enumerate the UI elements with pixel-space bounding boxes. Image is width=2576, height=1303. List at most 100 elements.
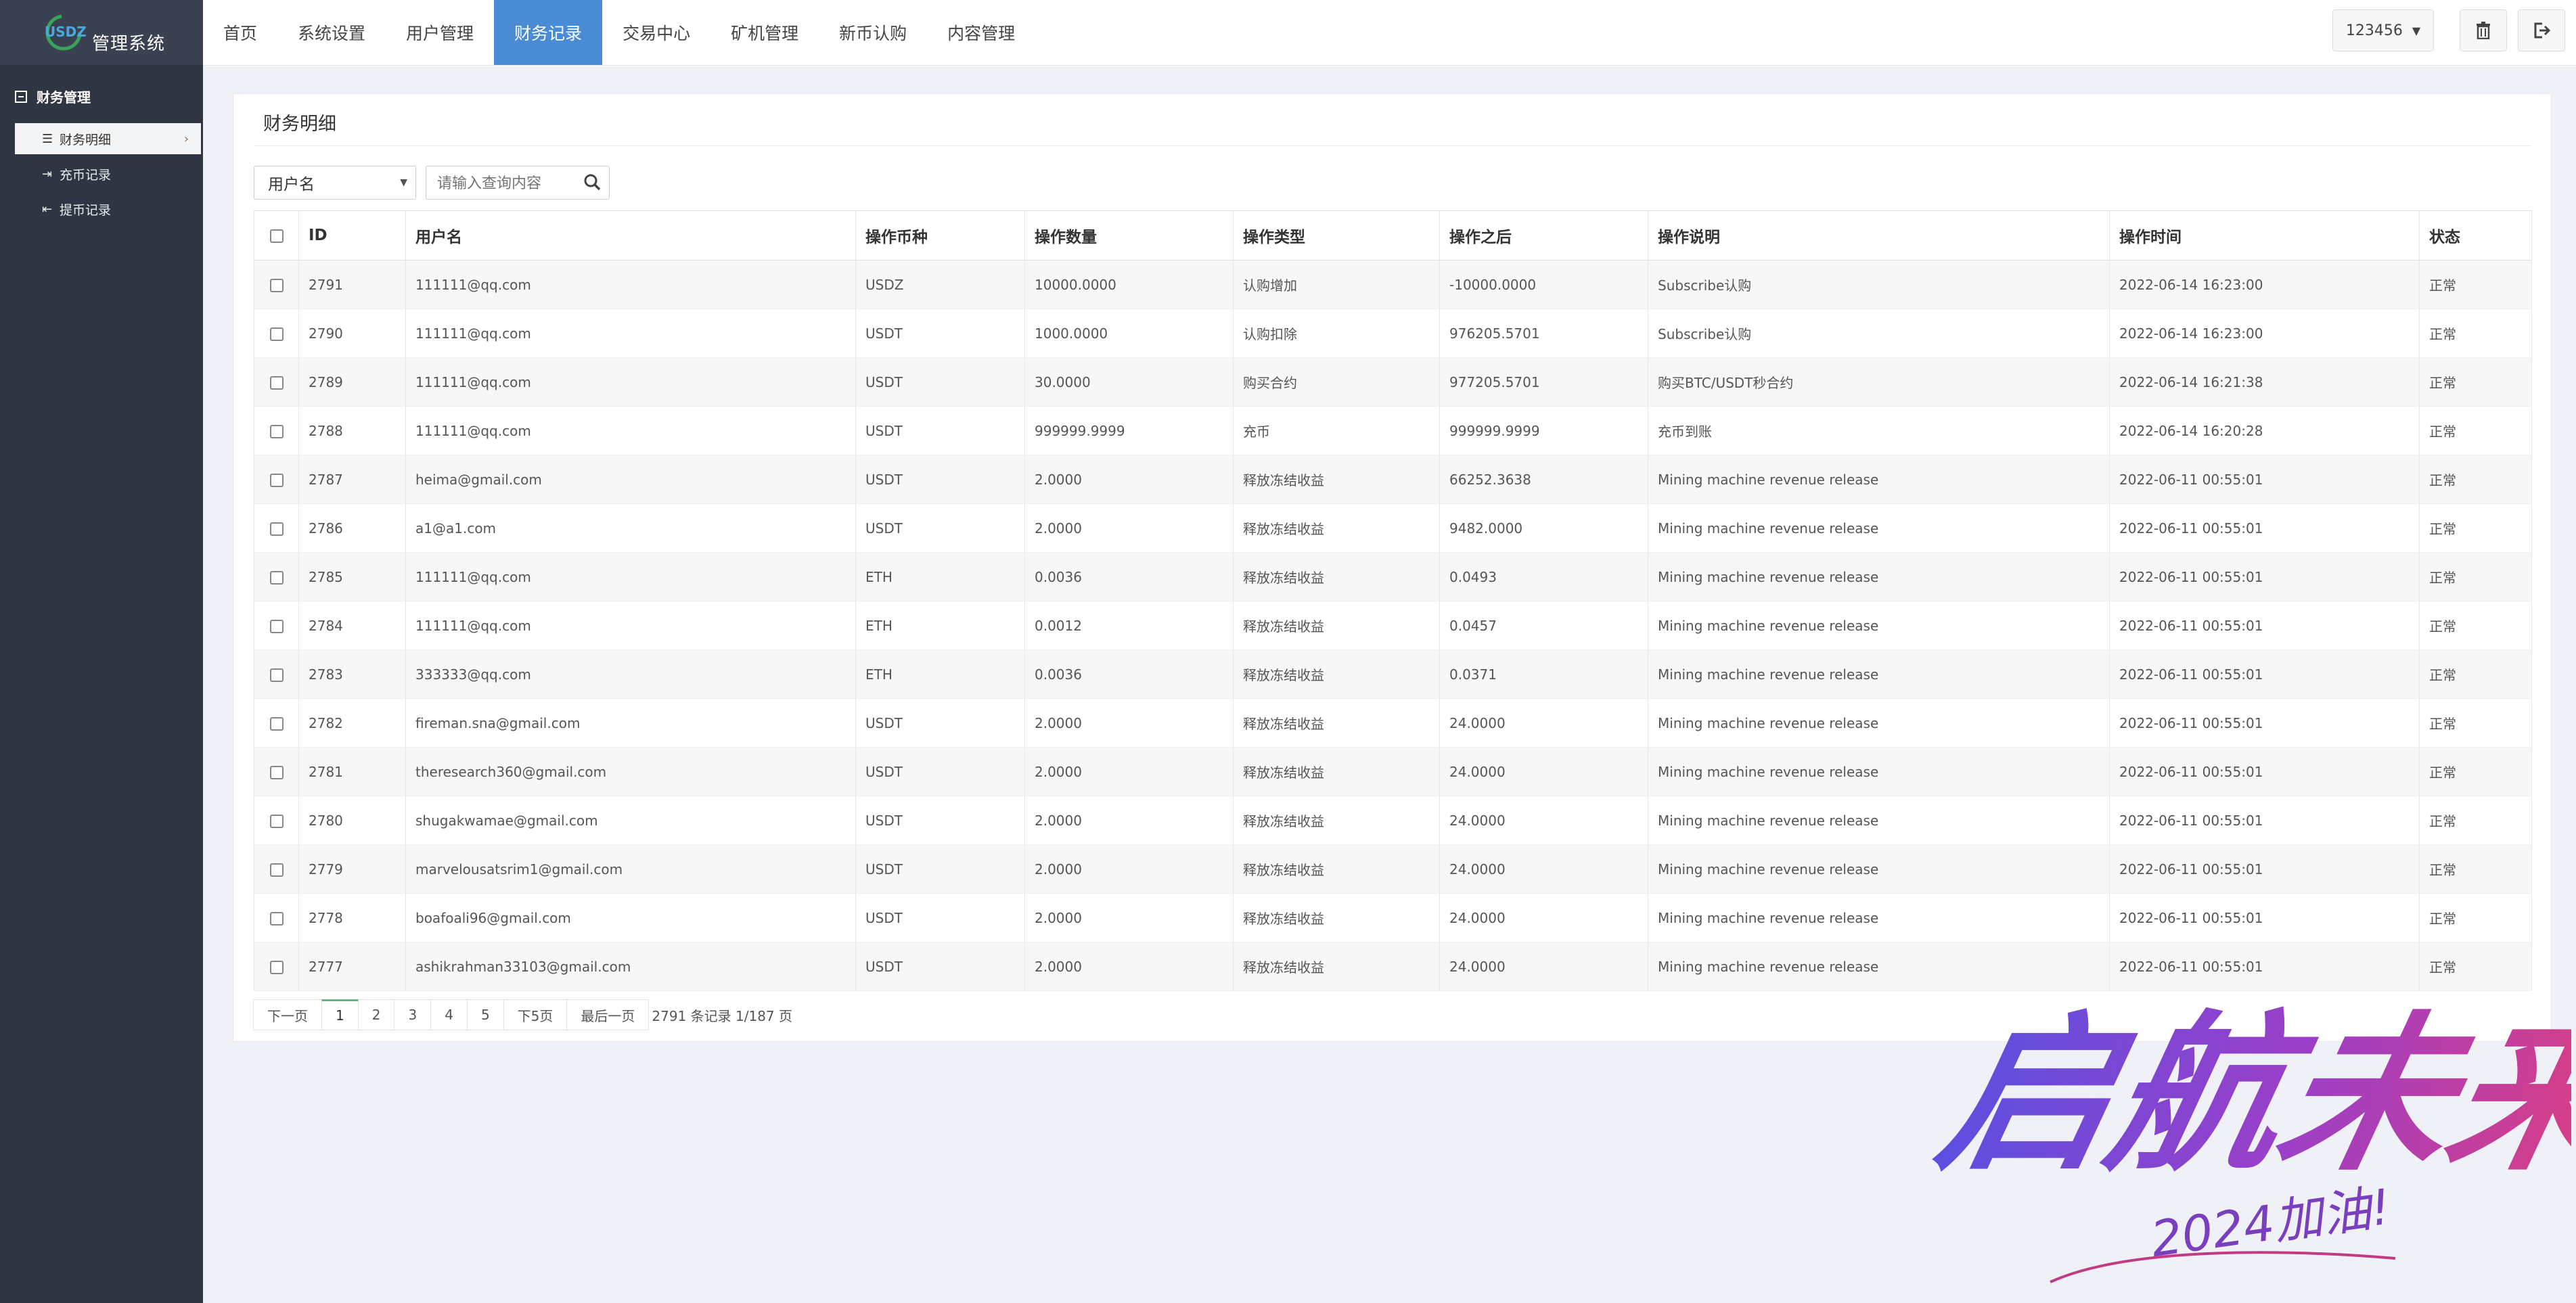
row-checkbox[interactable] <box>269 912 284 925</box>
nav-trading-center[interactable]: 交易中心 <box>602 0 710 65</box>
cell-status: 正常 <box>2419 357 2532 407</box>
table-row[interactable]: 2784 111111@qq.com ETH 0.0012 释放冻结收益 0.0457 Mi… <box>254 601 2532 650</box>
column-header[interactable]: 操作币种 <box>855 210 1025 260</box>
table-row[interactable]: 2779 marvelousatsrim1@gmail.com USDT 2.0000… <box>254 844 2532 894</box>
sidebar-section-finance[interactable]: 财务管理 <box>15 87 91 106</box>
nav-content-management[interactable]: 内容管理 <box>927 0 1035 65</box>
cell-id: 2777 <box>298 942 406 991</box>
cell-id: 2778 <box>298 893 406 942</box>
page-button-2[interactable]: 2 <box>357 999 395 1030</box>
page-button-3[interactable]: 3 <box>394 999 432 1030</box>
chevron-down-icon: ▼ <box>400 177 407 188</box>
row-checkbox[interactable] <box>269 474 284 487</box>
table-row[interactable]: 2780 shugakwamae@gmail.com USDT 2.0000 释放冻结收… <box>254 796 2532 845</box>
sidebar-item-withdraw[interactable]: ⇤ 提币记录 <box>15 193 201 225</box>
prev-page-button[interactable]: 下一页 <box>253 999 322 1030</box>
cell-status: 正常 <box>2419 649 2532 699</box>
table-row[interactable]: 2787 heima@gmail.com USDT 2.0000 释放冻结收益 66252… <box>254 455 2532 504</box>
select-all-checkbox[interactable] <box>269 229 284 243</box>
finance-detail-panel: 财务明细 用户名 ▼ ID 用户名 操作币种 操作数量 操作类型 操作之后 <box>233 93 2552 1042</box>
cell-time: 2022-06-11 00:55:01 <box>2109 601 2420 650</box>
sidebar-item-deposit[interactable]: ⇥ 充币记录 <box>15 158 201 189</box>
next-5-pages-button[interactable]: 下5页 <box>503 999 568 1030</box>
table-row[interactable]: 2790 111111@qq.com USDT 1000.0000 认购扣除 976205… <box>254 308 2532 358</box>
cell-balance-after: 66252.3638 <box>1439 455 1648 504</box>
nav-home[interactable]: 首页 <box>203 0 277 65</box>
search-input[interactable] <box>436 173 574 193</box>
search-field-select[interactable]: 用户名 ▼ <box>254 166 416 200</box>
cell-amount: 2.0000 <box>1024 503 1234 553</box>
cell-description: Mining machine revenue release <box>1648 552 2110 601</box>
table-row[interactable]: 2785 111111@qq.com ETH 0.0036 释放冻结收益 0.0493 Mi… <box>254 552 2532 601</box>
table-row[interactable]: 2783 333333@qq.com ETH 0.0036 释放冻结收益 0.0371 Mi… <box>254 649 2532 699</box>
cell-description: Mining machine revenue release <box>1648 698 2110 748</box>
row-checkbox[interactable] <box>269 668 284 682</box>
table-row[interactable]: 2789 111111@qq.com USDT 30.0000 购买合约 977205.5… <box>254 357 2532 407</box>
table-row[interactable]: 2786 a1@a1.com USDT 2.0000 释放冻结收益 9482.0000 Mi… <box>254 503 2532 553</box>
page-button-5[interactable]: 5 <box>466 999 504 1030</box>
table-row[interactable]: 2782 fireman.sna@gmail.com USDT 2.0000 释放冻结收… <box>254 698 2532 748</box>
sidebar-section-label: 财务管理 <box>37 89 91 106</box>
column-header[interactable]: 操作数量 <box>1024 210 1234 260</box>
table-row[interactable]: 2791 111111@qq.com USDZ 10000.0000 认购增加 -1000… <box>254 260 2532 309</box>
cell-status: 正常 <box>2419 552 2532 601</box>
table-row[interactable]: 2778 boafoali96@gmail.com USDT 2.0000 释放冻结收益… <box>254 893 2532 942</box>
cell-operation-type: 认购扣除 <box>1233 308 1440 358</box>
column-header[interactable]: 操作之后 <box>1439 210 1648 260</box>
column-header[interactable]: 用户名 <box>405 210 856 260</box>
cell-operation-type: 释放冻结收益 <box>1233 455 1440 504</box>
page-button-1[interactable]: 1 <box>321 999 359 1030</box>
column-header[interactable]: 操作说明 <box>1648 210 2110 260</box>
cell-amount: 1000.0000 <box>1024 308 1234 358</box>
column-header[interactable]: 操作时间 <box>2109 210 2420 260</box>
app-title: 管理系统 <box>92 34 166 54</box>
column-header[interactable]: 状态 <box>2419 210 2532 260</box>
row-checkbox[interactable] <box>269 620 284 633</box>
column-header[interactable]: 操作类型 <box>1233 210 1440 260</box>
clear-cache-button[interactable] <box>2460 9 2507 51</box>
nav-finance-records[interactable]: 财务记录 <box>494 0 603 65</box>
cell-operation-type: 释放冻结收益 <box>1233 796 1440 845</box>
user-dropdown[interactable]: 123456 ▼ <box>2332 9 2434 51</box>
row-checkbox[interactable] <box>269 571 284 585</box>
row-checkbox[interactable] <box>269 376 284 390</box>
cell-amount: 999999.9999 <box>1024 406 1234 455</box>
row-checkbox[interactable] <box>269 522 284 536</box>
cell-status: 正常 <box>2419 893 2532 942</box>
cell-username: fireman.sna@gmail.com <box>405 698 856 748</box>
table-row[interactable]: 2788 111111@qq.com USDT 999999.9999 充币 999999… <box>254 406 2532 455</box>
row-checkbox[interactable] <box>269 961 284 974</box>
row-checkbox[interactable] <box>269 766 284 779</box>
row-checkbox[interactable] <box>269 717 284 731</box>
cell-time: 2022-06-14 16:23:00 <box>2109 260 2420 309</box>
cell-amount: 0.0036 <box>1024 649 1234 699</box>
nav-new-coin-subscription[interactable]: 新币认购 <box>819 0 927 65</box>
page-button-4[interactable]: 4 <box>430 999 468 1030</box>
nav-system-settings[interactable]: 系统设置 <box>277 0 386 65</box>
row-checkbox[interactable] <box>269 425 284 438</box>
row-checkbox[interactable] <box>269 327 284 341</box>
nav-user-management[interactable]: 用户管理 <box>386 0 494 65</box>
cell-id: 2786 <box>298 503 406 553</box>
page-title: 财务明细 <box>263 114 336 135</box>
last-page-button[interactable]: 最后一页 <box>566 999 650 1030</box>
nav-miner-management[interactable]: 矿机管理 <box>710 0 819 65</box>
cell-id: 2781 <box>298 747 406 796</box>
logout-button[interactable] <box>2518 9 2565 51</box>
column-header[interactable]: ID <box>298 210 406 260</box>
cell-currency: USDT <box>855 942 1025 991</box>
cell-description: Mining machine revenue release <box>1648 747 2110 796</box>
row-select-cell <box>254 893 299 942</box>
row-checkbox[interactable] <box>269 279 284 292</box>
divider <box>254 145 2531 146</box>
cell-currency: USDT <box>855 893 1025 942</box>
cell-description: Mining machine revenue release <box>1648 844 2110 894</box>
cell-currency: ETH <box>855 601 1025 650</box>
sidebar-item-finance-detail[interactable]: ☰ 财务明细 › <box>15 123 201 154</box>
row-checkbox[interactable] <box>269 863 284 877</box>
row-checkbox[interactable] <box>269 815 284 828</box>
sidebar-item-label: 提币记录 <box>60 202 112 218</box>
search-icon[interactable] <box>582 172 602 192</box>
cell-time: 2022-06-11 00:55:01 <box>2109 552 2420 601</box>
table-row[interactable]: 2781 theresearch360@gmail.com USDT 2.0000 释放… <box>254 747 2532 796</box>
